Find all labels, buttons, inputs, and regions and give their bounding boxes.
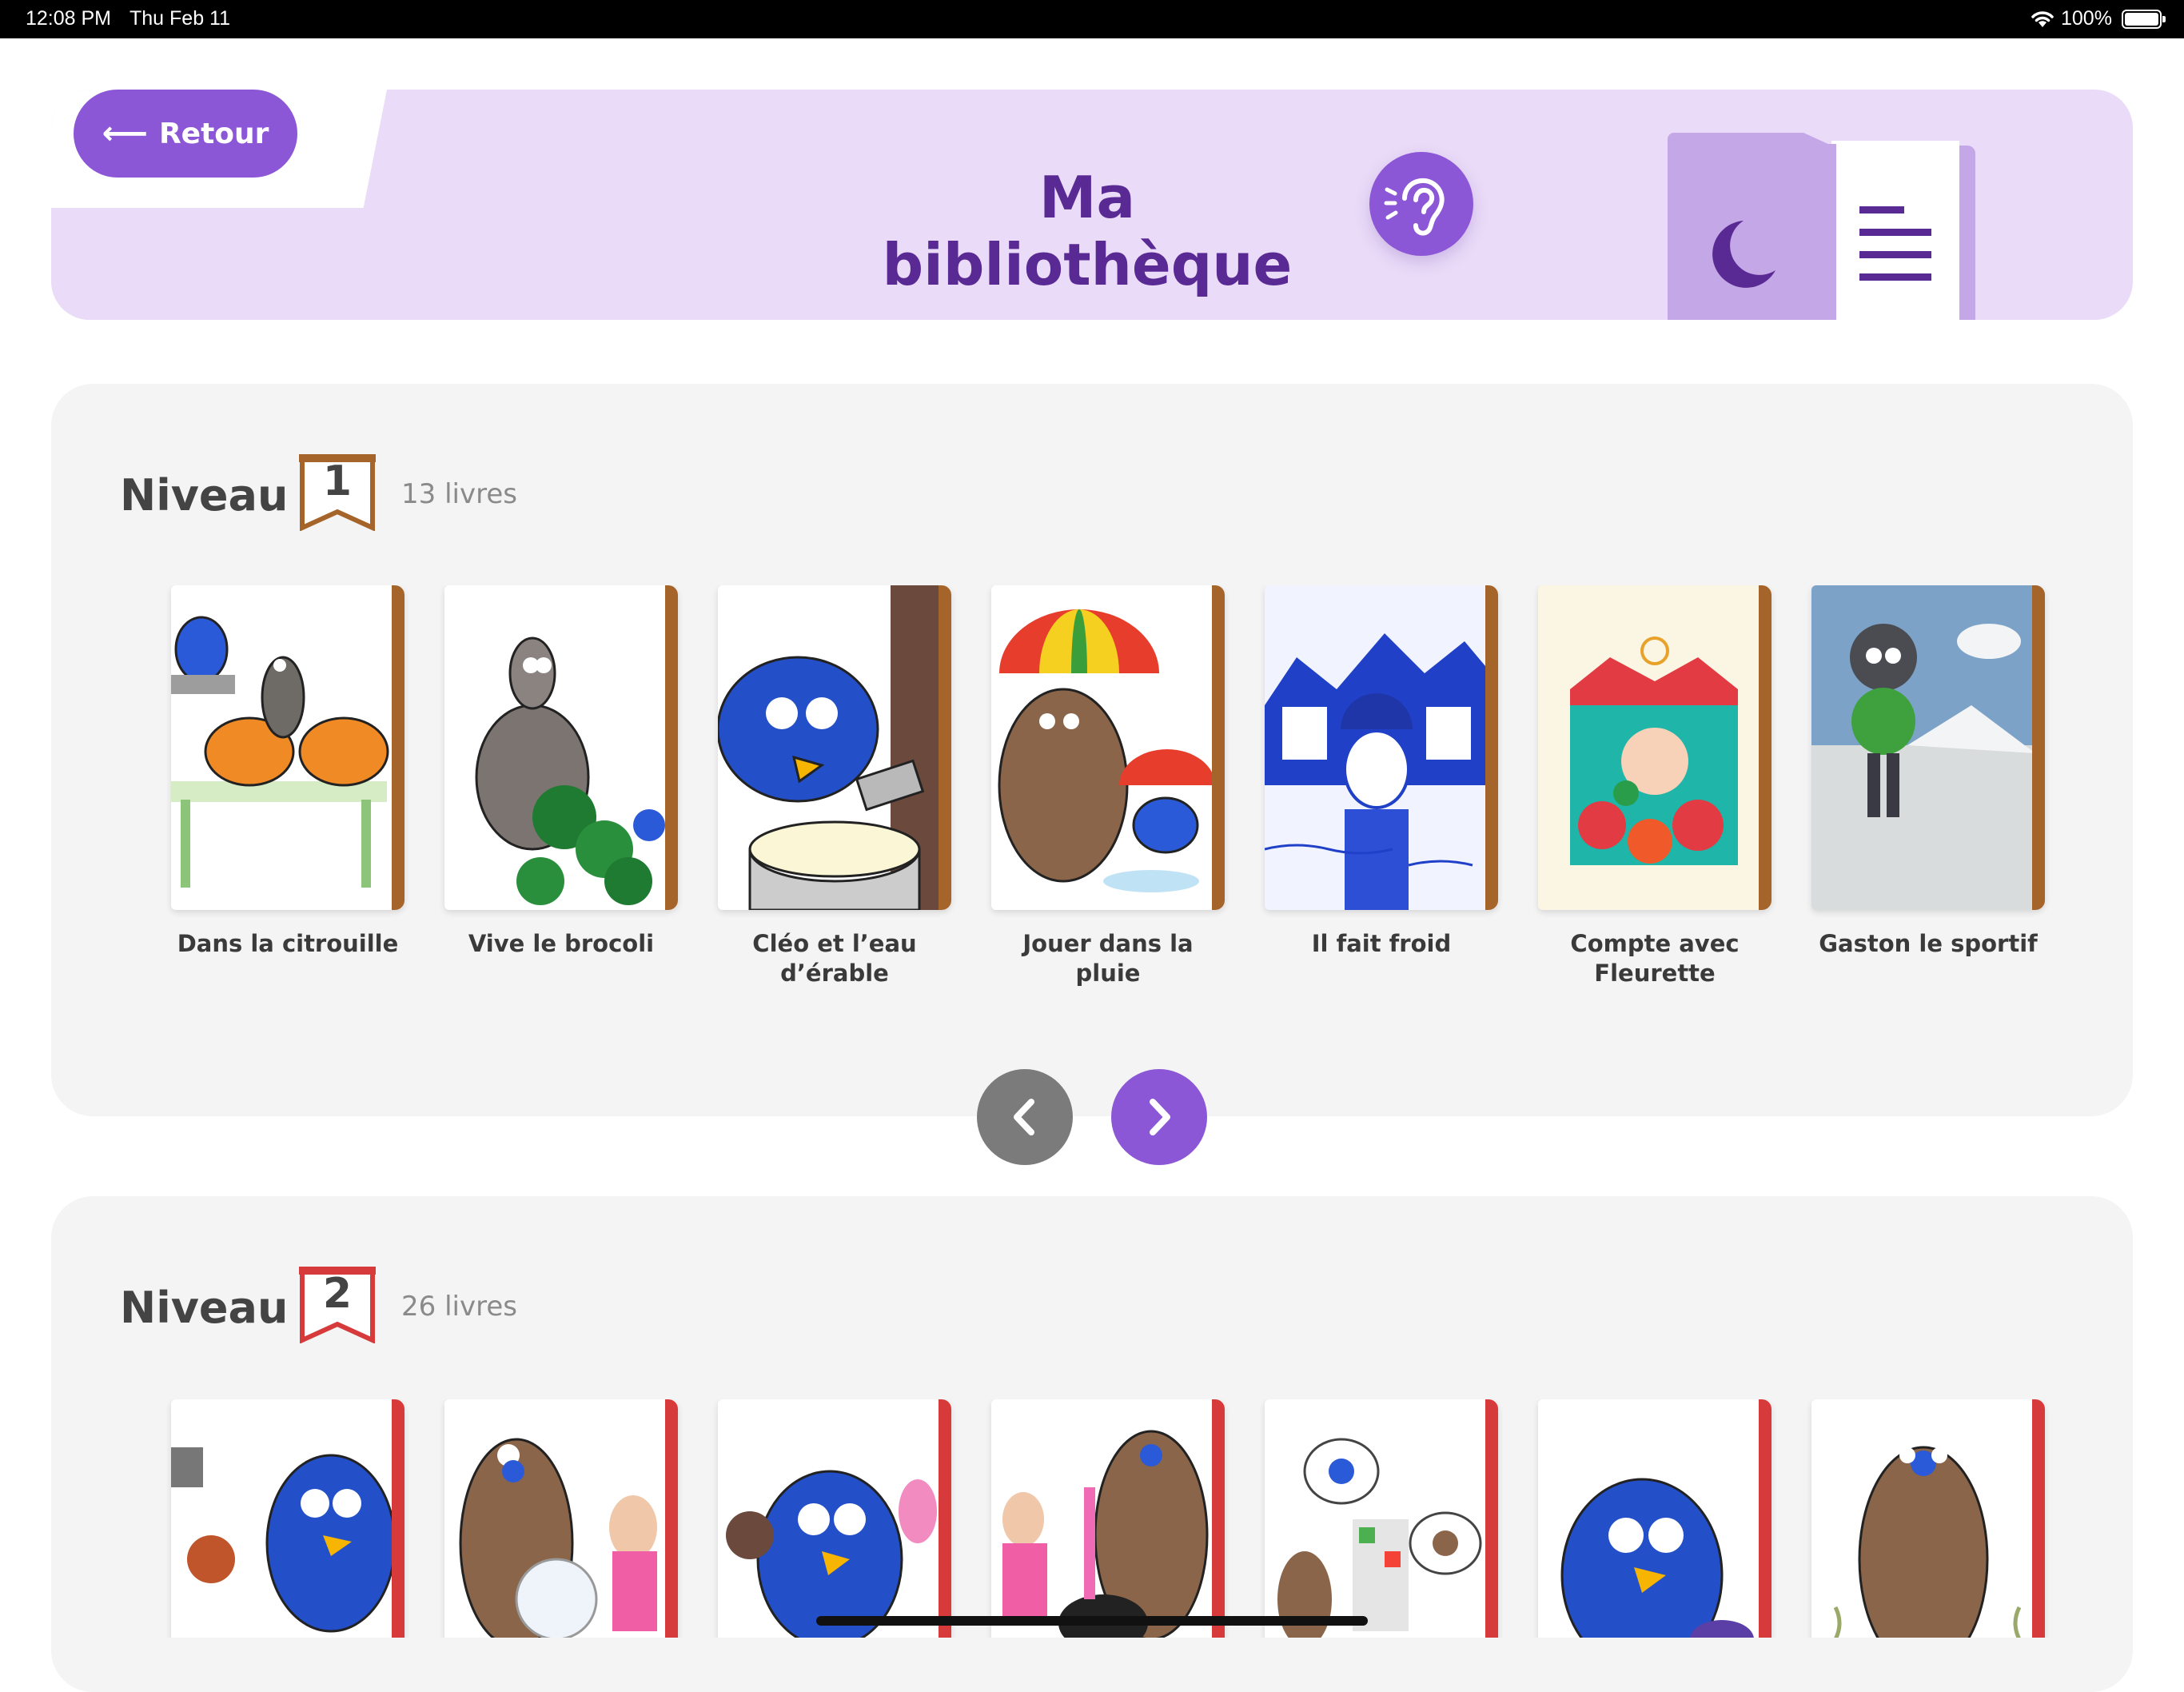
book-cover bbox=[444, 585, 678, 910]
book-card[interactable]: Jouer dans la pluie bbox=[991, 585, 1225, 988]
ear-icon bbox=[1384, 178, 1445, 236]
back-button-label: Retour bbox=[158, 117, 269, 150]
book-title: Jouer dans la pluie bbox=[1022, 930, 1194, 987]
back-button[interactable]: ⟵ Retour bbox=[74, 90, 297, 178]
battery-percent: 100% bbox=[2061, 7, 2112, 30]
battery-icon bbox=[2122, 10, 2166, 29]
book-title: Il fait froid bbox=[1311, 930, 1452, 957]
book-card[interactable] bbox=[1538, 1399, 1772, 1638]
book-card[interactable] bbox=[1265, 1399, 1498, 1638]
level-1-count: 13 livres bbox=[401, 478, 517, 510]
book-card[interactable]: Dans la citrouille bbox=[171, 585, 405, 959]
level-1-label: Niveau bbox=[120, 470, 289, 521]
book-card[interactable]: Vive le brocoli bbox=[444, 585, 678, 959]
book-illustration bbox=[1668, 133, 1975, 320]
previous-page-button[interactable] bbox=[977, 1069, 1073, 1165]
book-title: Vive le brocoli bbox=[468, 930, 655, 957]
home-indicator[interactable] bbox=[816, 1616, 1368, 1626]
book-title: Gaston le sportif bbox=[1819, 930, 2038, 957]
chevron-left-icon bbox=[1014, 1099, 1034, 1135]
book-cover bbox=[991, 585, 1225, 910]
level-1-badge: 1 bbox=[299, 454, 376, 531]
listen-button[interactable] bbox=[1369, 152, 1473, 256]
level-2-label: Niveau bbox=[120, 1283, 289, 1333]
book-card[interactable]: Cléo et l’eau d’érable bbox=[718, 585, 951, 988]
status-time: 12:08 PM bbox=[26, 7, 112, 30]
book-card[interactable]: Il fait froid bbox=[1265, 585, 1498, 959]
book-card[interactable] bbox=[718, 1399, 951, 1638]
book-cover bbox=[1265, 1399, 1498, 1638]
level-1-number: 1 bbox=[322, 457, 353, 505]
level-2-number: 2 bbox=[322, 1270, 353, 1318]
book-card[interactable]: Gaston le sportif bbox=[1811, 585, 2045, 959]
book-title: Compte avec Fleurette bbox=[1570, 930, 1740, 987]
book-cover bbox=[1811, 585, 2045, 910]
book-cover bbox=[1811, 1399, 2045, 1638]
book-card[interactable] bbox=[444, 1399, 678, 1638]
book-cover bbox=[1538, 585, 1772, 910]
book-cover bbox=[444, 1399, 678, 1638]
book-cover bbox=[171, 1399, 405, 1638]
book-title: Dans la citrouille bbox=[177, 930, 399, 957]
book-cover bbox=[718, 1399, 951, 1638]
level-2-count: 26 livres bbox=[401, 1291, 517, 1323]
level-2-badge: 2 bbox=[299, 1267, 376, 1343]
book-card[interactable] bbox=[991, 1399, 1225, 1638]
arrow-left-icon: ⟵ bbox=[102, 115, 148, 152]
level-2-books-row bbox=[120, 1399, 2082, 1638]
book-card[interactable]: Compte avec Fleurette bbox=[1538, 585, 1772, 988]
status-bar: 12:08 PM Thu Feb 11 100% bbox=[0, 0, 2184, 38]
book-cover bbox=[1265, 585, 1498, 910]
wifi-icon bbox=[2031, 11, 2054, 27]
book-cover bbox=[1538, 1399, 1772, 1638]
chevron-right-icon bbox=[1150, 1099, 1170, 1135]
book-card[interactable] bbox=[171, 1399, 405, 1638]
next-page-button[interactable] bbox=[1111, 1069, 1207, 1165]
book-cover bbox=[991, 1399, 1225, 1638]
status-date: Thu Feb 11 bbox=[130, 7, 231, 30]
level-1-books-row: Dans la citrouille Vive le brocoli Cléo … bbox=[120, 585, 2082, 1001]
book-cover bbox=[171, 585, 405, 910]
book-card[interactable] bbox=[1811, 1399, 2045, 1638]
book-title: Cléo et l’eau d’érable bbox=[752, 930, 917, 987]
book-cover bbox=[718, 585, 951, 910]
page-title: Ma bibliothèque bbox=[882, 164, 1293, 298]
